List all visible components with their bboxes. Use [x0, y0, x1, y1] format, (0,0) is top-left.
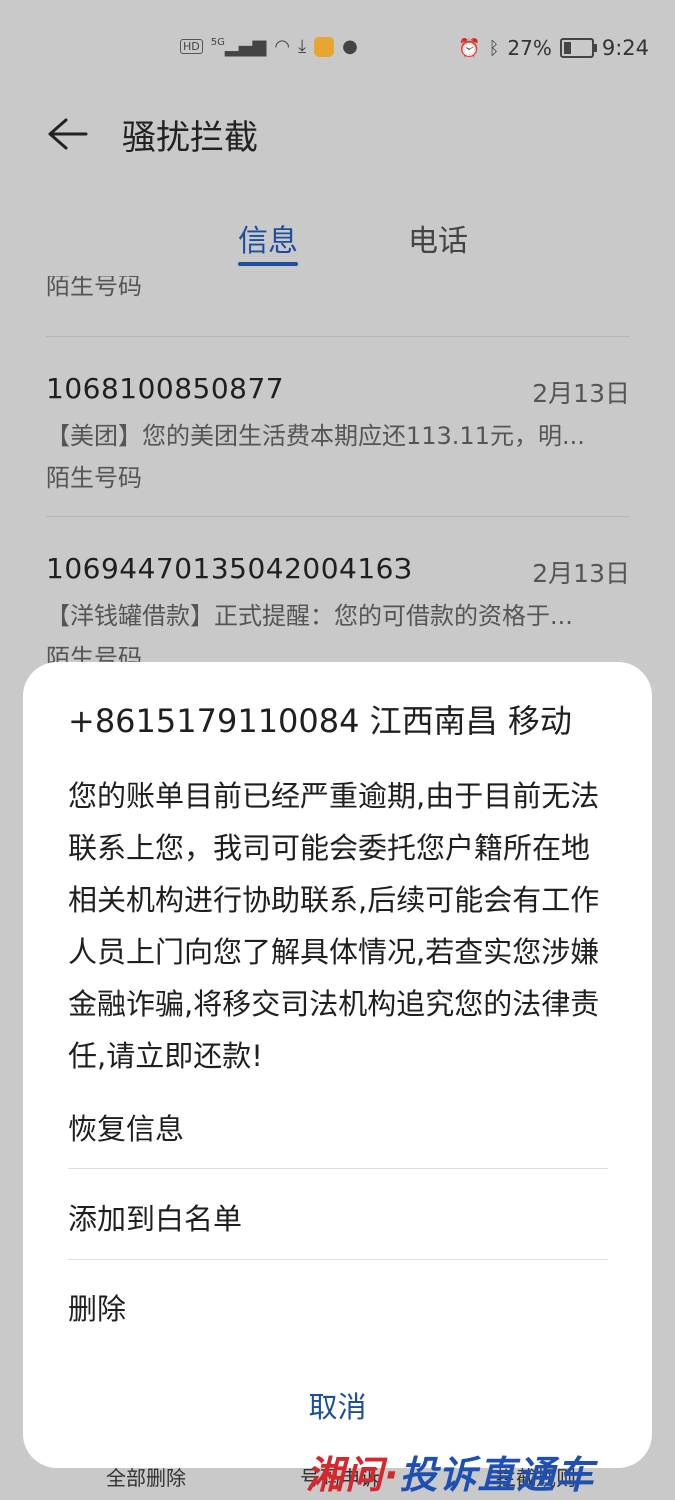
status-icons-left: HD 5G▂▄▆ ◠ ⤓ ●: [180, 36, 358, 57]
list-divider: [46, 516, 630, 517]
cancel-button[interactable]: 取消: [23, 1384, 652, 1426]
sheet-sender-title: +8615179110084 江西南昌 移动: [68, 702, 572, 740]
app-notification-icon: [314, 36, 335, 57]
5g-signal-icon: 5G▂▄▆: [210, 36, 267, 57]
sheet-divider: [68, 1259, 608, 1260]
message-preview: 【洋钱罐借款】正式提醒：您的可借款的资格于...: [46, 602, 573, 630]
message-detail-sheet: +8615179110084 江西南昌 移动 您的账单目前已经严重逾期,由于目前…: [23, 662, 652, 1468]
list-item[interactable]: 1068100850877 2月13日 【美团】您的美团生活费本期应还113.1…: [46, 372, 630, 492]
clock: 9:24: [601, 36, 649, 60]
message-tag: 陌生号码: [46, 464, 142, 492]
list-divider: [46, 336, 630, 337]
tab-indicator: [238, 262, 298, 266]
tab-bar: 信息 电话: [0, 210, 675, 270]
tab-messages[interactable]: 信息: [238, 216, 298, 260]
message-icon: ●: [342, 36, 358, 57]
status-bar: HD 5G▂▄▆ ◠ ⤓ ● ⏰ ᛒ 27% 9:24: [0, 0, 675, 100]
list-item-partial-tag: 陌生号码: [46, 276, 142, 300]
watermark-part-2: 投诉直通车: [399, 1453, 595, 1497]
back-arrow-icon[interactable]: [44, 114, 90, 154]
tab-calls[interactable]: 电话: [408, 216, 468, 260]
add-to-whitelist-button[interactable]: 添加到白名单: [68, 1196, 242, 1238]
download-icon: ⤓: [298, 36, 307, 57]
sheet-message-body: 您的账单目前已经严重逾期,由于目前无法联系上您，我司可能会委托您户籍所在地相关机…: [68, 779, 600, 1073]
delete-button[interactable]: 删除: [68, 1286, 126, 1328]
watermark-logo: 湘问·投诉直通车: [306, 1444, 594, 1499]
message-preview: 【美团】您的美团生活费本期应还113.11元，明...: [46, 422, 585, 450]
app-bar: 骚扰拦截: [0, 100, 675, 170]
list-item[interactable]: 1069447013504200416З 2月13日 【洋钱罐借款】正式提醒：您…: [46, 552, 630, 672]
battery-percent: 27%: [507, 36, 552, 60]
hd-badge: HD: [180, 39, 203, 54]
watermark-part-1: 湘问·: [306, 1453, 400, 1497]
page-title: 骚扰拦截: [122, 118, 258, 158]
bluetooth-icon: ᛒ: [488, 37, 500, 59]
message-sender: 1069447013504200416З: [46, 552, 413, 585]
message-date: 2月13日: [532, 559, 630, 588]
status-icons-right: ⏰ ᛒ 27% 9:24: [458, 36, 649, 60]
message-date: 2月13日: [532, 379, 630, 408]
restore-message-button[interactable]: 恢复信息: [68, 1106, 184, 1148]
message-sender: 1068100850877: [46, 372, 285, 405]
wifi-icon: ◠: [274, 36, 291, 57]
battery-fill: [563, 42, 571, 54]
alarm-icon: ⏰: [458, 37, 481, 59]
sheet-divider: [68, 1168, 608, 1169]
battery-icon: [559, 38, 597, 58]
